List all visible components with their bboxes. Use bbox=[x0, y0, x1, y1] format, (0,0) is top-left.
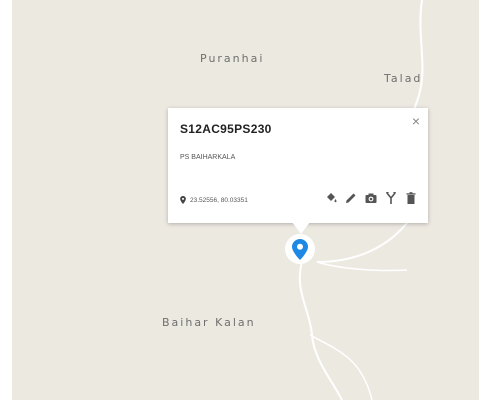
screenshot-frame: Puranhai Talad Baihar Kalan S12AC95PS230… bbox=[0, 0, 490, 405]
route-icon[interactable] bbox=[384, 191, 398, 205]
location-pin-icon bbox=[180, 196, 186, 204]
camera-icon[interactable] bbox=[364, 191, 378, 205]
popup-coordinates: 23.52556, 80.03351 bbox=[180, 196, 248, 204]
coordinates-text: 23.52556, 80.03351 bbox=[190, 196, 248, 204]
marker-info-popup: S12AC95PS230 × PS BAIHARKALA 23.52556, 8… bbox=[168, 108, 428, 223]
place-label-talad: Talad bbox=[384, 72, 423, 85]
map-canvas[interactable]: Puranhai Talad Baihar Kalan S12AC95PS230… bbox=[12, 0, 479, 400]
popup-toolbar bbox=[318, 191, 418, 205]
popup-title: S12AC95PS230 bbox=[180, 122, 272, 136]
popup-subtitle: PS BAIHARKALA bbox=[180, 154, 236, 161]
place-label-baihar-kalan: Baihar Kalan bbox=[162, 316, 256, 329]
place-label-puranhai: Puranhai bbox=[200, 52, 265, 65]
trash-icon[interactable] bbox=[404, 191, 418, 205]
map-pin-icon bbox=[292, 239, 308, 260]
map-marker[interactable] bbox=[285, 234, 315, 264]
close-button[interactable]: × bbox=[412, 114, 420, 128]
paint-bucket-icon[interactable] bbox=[324, 191, 338, 205]
pencil-icon[interactable] bbox=[344, 191, 358, 205]
popup-pointer bbox=[292, 222, 310, 234]
